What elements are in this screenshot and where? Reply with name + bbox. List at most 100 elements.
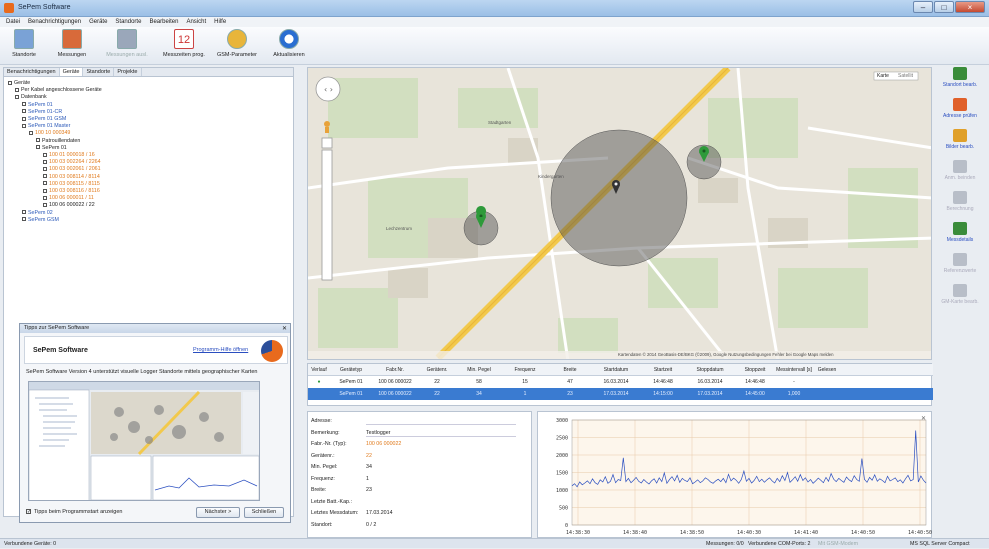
measurement-icon	[62, 29, 82, 49]
tree-node-label: SePem 01 GSM	[28, 116, 67, 122]
toolbar-button[interactable]: GSM-Parameter	[212, 29, 262, 63]
menu-item[interactable]: Geräte	[89, 17, 107, 27]
side-button[interactable]: Adresse prüfen	[933, 98, 987, 119]
y-tick-label: 2500	[556, 436, 568, 442]
tree-node-icon	[29, 130, 33, 135]
toolbar-button[interactable]: Messungen	[52, 29, 92, 63]
left-tab[interactable]: Projekte	[114, 68, 142, 76]
toolbar-button-label: Aktualisieren	[273, 52, 305, 58]
map-view[interactable]: ‹ › Karte Satellit Kartendaten © 2014 Ge…	[307, 67, 932, 360]
column-header[interactable]: Messintervall [s]	[776, 364, 812, 375]
toolbar: Standorte Messungen Messungen ausl. 12 Messz…	[0, 27, 989, 65]
map-type-map-button[interactable]: Karte	[877, 73, 889, 79]
x-tick-label: 14:40:50	[851, 530, 875, 536]
tree-node[interactable]: 100 06 000022 / 22	[43, 202, 95, 208]
menu-item[interactable]: Bearbeiten	[149, 17, 178, 27]
column-header[interactable]: Gerätetyp	[330, 364, 372, 375]
detail-label: Breite:	[311, 487, 327, 493]
side-button-label: Standort bearb.	[942, 82, 978, 88]
toolbar-button[interactable]: Aktualisieren	[270, 29, 308, 63]
left-tab[interactable]: Geräte	[59, 68, 84, 76]
table-cell: 14:46:48	[745, 379, 765, 385]
column-header[interactable]: Gelesen	[812, 364, 842, 375]
help-link[interactable]: Programm-Hilfe öffnen	[193, 347, 248, 353]
menu-item[interactable]: Hilfe	[214, 17, 226, 27]
side-button[interactable]: Anm. beinden	[933, 160, 987, 181]
menu-item[interactable]: Standorte	[115, 17, 141, 27]
column-header[interactable]: Min. Pegel	[456, 364, 502, 375]
close-button[interactable]: ×	[955, 1, 985, 13]
tips-startup-checkbox[interactable]: ✓ Tipps beim Programmstart anzeigen	[26, 509, 122, 515]
tree-node[interactable]: SePem 02	[22, 210, 53, 216]
menu-item[interactable]: Benachrichtigungen	[28, 17, 81, 27]
tree-node[interactable]: SePem 01 GSM	[22, 116, 66, 122]
tree-node[interactable]: Patrouillendaten	[36, 138, 80, 144]
tree-node[interactable]: 100 03 002264 / 2264	[43, 159, 101, 165]
side-button[interactable]: Berechnung	[933, 191, 987, 212]
side-button[interactable]: Bilder bearb.	[933, 129, 987, 150]
map-action-sidebar: Standort bearb. Adresse prüfen Bilder bear…	[933, 67, 987, 347]
tree-node[interactable]: 100 03 002061 / 2061	[43, 166, 101, 172]
tree-node[interactable]: SePem 01-CR	[22, 109, 62, 115]
side-button[interactable]: Messdetails	[933, 222, 987, 243]
tree-node[interactable]: Geräte	[8, 80, 30, 86]
side-button-label: Bilder bearb.	[945, 144, 975, 150]
detail-value[interactable]: Testlogger	[366, 429, 516, 437]
tree-node[interactable]: SePem 01	[22, 102, 53, 108]
tips-close-button[interactable]: Schließen	[244, 507, 284, 518]
toolbar-button-label: Messungen ausl.	[106, 52, 148, 58]
toolbar-button[interactable]: Standorte	[4, 29, 44, 63]
table-cell: 23	[567, 391, 573, 397]
detail-row: Min. Pegel: 34	[311, 463, 531, 472]
tree-node-label: 100 03 008115 / 8115	[49, 180, 100, 187]
table-cell: 58	[476, 379, 482, 385]
tips-next-button[interactable]: Nächster >	[196, 507, 240, 518]
tree-node-icon	[22, 217, 26, 222]
table-cell: 16.03.2014	[603, 379, 629, 385]
tree-node[interactable]: SePem GSM	[22, 217, 59, 223]
sepem-logo	[261, 340, 283, 362]
detail-value[interactable]	[366, 417, 516, 425]
table-row[interactable]: SePem 01 100 06 000022 22 34 1 23 17.03.2014 14…	[308, 388, 933, 400]
map-type-satellite-button[interactable]: Satellit	[898, 73, 913, 79]
menu-item[interactable]: Ansicht	[186, 17, 206, 27]
side-button[interactable]: GM-Karte bearb.	[933, 284, 987, 305]
left-tab[interactable]: Benachrichtigungen	[4, 68, 60, 76]
column-header[interactable]: Stoppdatum	[686, 364, 734, 375]
column-header[interactable]: Frequenz	[502, 364, 548, 375]
gsm-icon	[227, 29, 247, 49]
column-header[interactable]: Verlauf	[308, 364, 330, 375]
tree-node[interactable]: 100 01 000018 / 16	[43, 152, 95, 158]
detail-value: 1	[366, 475, 369, 482]
tree-node[interactable]: 100 10 000349	[29, 130, 70, 136]
toolbar-button[interactable]: Messungen ausl.	[102, 29, 152, 63]
toolbar-button[interactable]: 12 Messzeiten prog.	[160, 29, 208, 63]
tree-node-label: Per Kabel angeschlossene Geräte	[21, 87, 102, 94]
tips-close-icon[interactable]: ✕	[282, 325, 287, 332]
column-header[interactable]: Breite	[548, 364, 592, 375]
tree-node[interactable]: SePem 01 Master	[22, 123, 70, 129]
column-header[interactable]: Startdatum	[592, 364, 640, 375]
column-header[interactable]: Gerätenr.	[418, 364, 456, 375]
table-row[interactable]: ● SePem 01 100 06 000022 22 58 15 47 16.03.2014…	[308, 376, 933, 388]
column-header[interactable]: Startzeit	[640, 364, 686, 375]
tree-node[interactable]: 100 03 008116 / 8116	[43, 188, 100, 194]
tree-node[interactable]: 100 03 008115 / 8115	[43, 181, 100, 187]
chart-close-icon: ✕	[921, 416, 926, 422]
detail-label: Min. Pegel:	[311, 464, 338, 470]
tree-node[interactable]: 100 06 000011 / 11	[43, 195, 94, 201]
tree-node[interactable]: Datenbank	[15, 94, 47, 100]
maximize-button[interactable]: □	[934, 1, 954, 13]
column-header[interactable]: Fabr.Nr.	[372, 364, 418, 375]
side-button[interactable]: Standort bearb.	[933, 67, 987, 88]
left-tab[interactable]: Standorte	[83, 68, 115, 76]
tree-node[interactable]: SePem 01	[36, 145, 67, 151]
menu-item[interactable]: Datei	[6, 17, 20, 27]
side-button[interactable]: Referenzwerte	[933, 253, 987, 274]
tree-node[interactable]: 100 03 008114 / 8114	[43, 174, 100, 180]
column-header[interactable]: Stoppzeit	[734, 364, 776, 375]
y-tick-label: 1500	[556, 471, 568, 477]
tree-node[interactable]: Per Kabel angeschlossene Geräte	[15, 87, 102, 93]
minimize-button[interactable]: –	[913, 1, 933, 13]
tips-header-box: SePem Software Programm-Hilfe öffnen	[24, 336, 288, 364]
